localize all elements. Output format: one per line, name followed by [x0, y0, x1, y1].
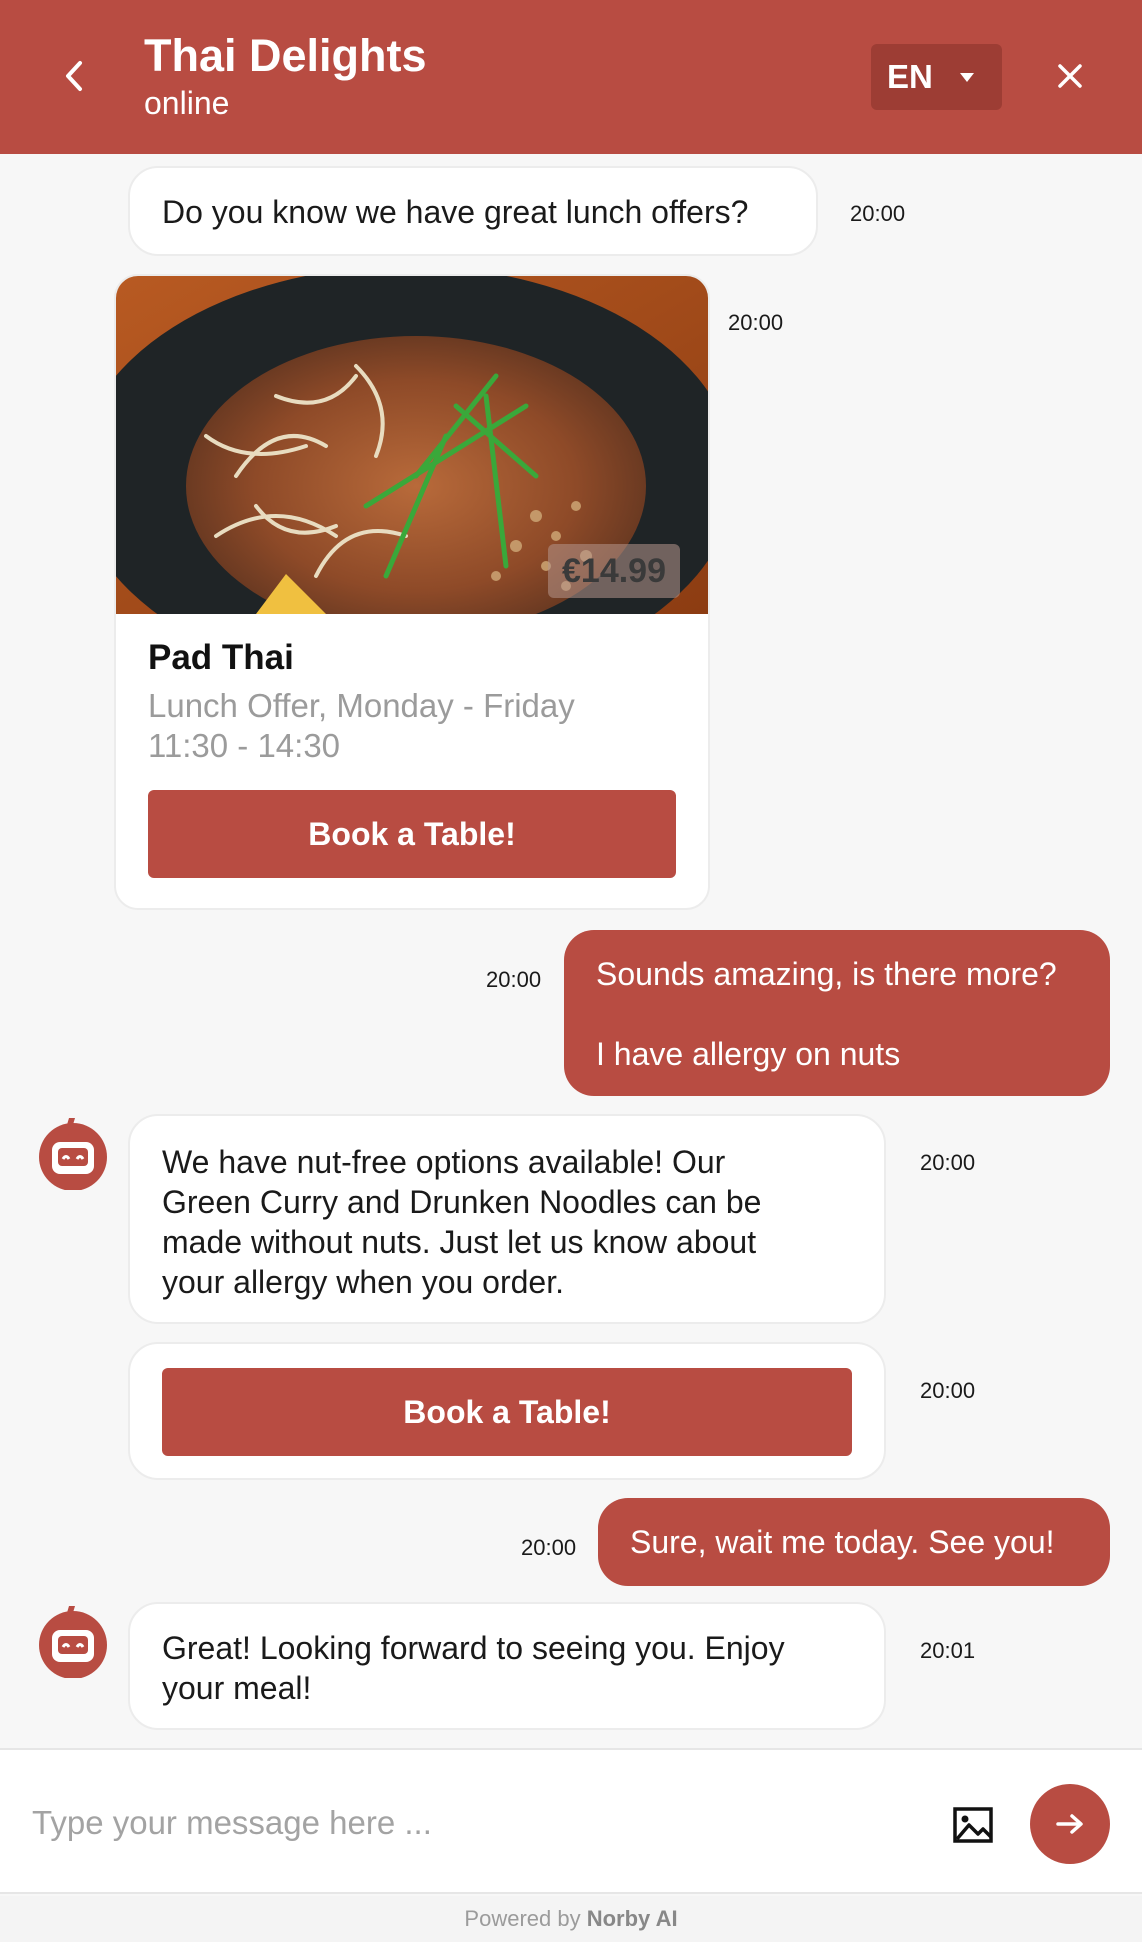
attach-image-button[interactable] — [948, 1800, 998, 1850]
message-text: I have allergy on nuts — [596, 1036, 901, 1072]
footer-brand[interactable]: Norby AI — [587, 1906, 678, 1931]
bot-avatar — [36, 1116, 110, 1191]
powered-by-footer: Powered by Norby AI — [0, 1896, 1142, 1942]
message-text: We have nut-free options available! Our — [162, 1144, 726, 1180]
offer-description: Lunch Offer, Monday - Friday 11:30 - 14:… — [148, 686, 688, 766]
message-text: Sure, wait me today. See you! — [630, 1524, 1055, 1560]
message-composer — [0, 1748, 1142, 1894]
user-message: Sure, wait me today. See you! — [598, 1498, 1110, 1586]
image-icon — [953, 1807, 993, 1843]
message-text: your meal! — [162, 1670, 312, 1706]
bot-message: Book a Table! — [128, 1342, 886, 1480]
message-text: Green Curry and Drunken Noodles can be — [162, 1184, 762, 1220]
message-time: 20:00 — [920, 1378, 976, 1403]
message-time: 20:00 — [521, 1535, 577, 1560]
book-table-button[interactable]: Book a Table! — [148, 790, 676, 878]
offer-name: Pad Thai — [148, 638, 294, 677]
footer-prefix: Powered by — [464, 1906, 587, 1931]
robot-icon — [39, 1118, 107, 1191]
message-text: Do you know we have great lunch offers? — [162, 194, 749, 230]
message-text: made without nuts. Just let us know abou… — [162, 1224, 757, 1260]
arrow-right-icon — [1056, 1814, 1083, 1834]
bot-avatar — [36, 1604, 110, 1679]
back-button[interactable] — [50, 52, 98, 100]
message-text: Great! Looking forward to seeing you. En… — [162, 1630, 785, 1666]
message-text: your allergy when you order. — [162, 1264, 564, 1300]
language-select[interactable]: EN — [871, 44, 1002, 110]
status-text: online — [144, 85, 230, 121]
bot-message: Do you know we have great lunch offers? — [128, 166, 818, 256]
close-button[interactable] — [1046, 52, 1094, 100]
bot-message: Great! Looking forward to seeing you. En… — [128, 1602, 886, 1730]
message-time: 20:01 — [920, 1638, 976, 1663]
price-badge: €14.99 — [548, 544, 680, 598]
message-input[interactable] — [32, 1790, 912, 1856]
bot-message: We have nut-free options available! Our … — [128, 1114, 886, 1324]
offer-desc-line: Lunch Offer, Monday - Friday — [148, 687, 575, 724]
message-time: 20:00 — [850, 201, 906, 226]
caret-down-icon — [959, 73, 974, 82]
chevron-left-icon — [66, 61, 82, 91]
user-message: Sounds amazing, is there more? I have al… — [564, 930, 1110, 1096]
offer-card: €14.99 Pad Thai Lunch Offer, Monday - Fr… — [114, 274, 710, 910]
message-text: Sounds amazing, is there more? — [596, 956, 1057, 992]
language-value: EN — [887, 58, 933, 95]
offer-desc-line: 11:30 - 14:30 — [148, 727, 341, 764]
chat-header: Thai Delights online EN — [0, 0, 1142, 154]
message-time: 20:00 — [920, 1150, 976, 1175]
message-time: 20:00 — [486, 967, 542, 992]
close-icon — [1058, 64, 1082, 88]
chat-title: Thai Delights — [144, 30, 427, 81]
send-button[interactable] — [1030, 1784, 1110, 1864]
robot-icon — [39, 1606, 107, 1679]
pad-thai-image: €14.99 — [116, 276, 708, 614]
message-time: 20:00 — [728, 310, 784, 335]
book-table-button[interactable]: Book a Table! — [162, 1368, 852, 1456]
